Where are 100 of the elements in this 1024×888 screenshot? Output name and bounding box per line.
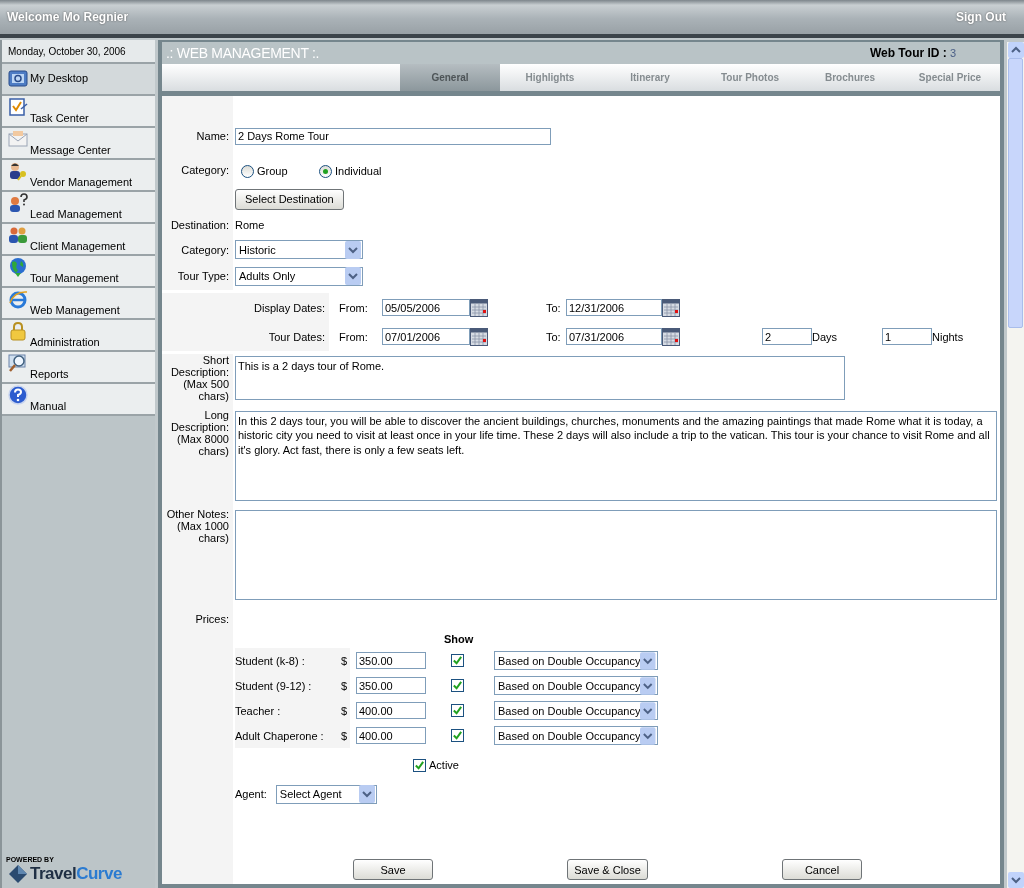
globe-icon	[8, 257, 28, 277]
field-label: Category:	[162, 237, 233, 262]
other-notes-field[interactable]	[235, 510, 997, 600]
caret-icon	[640, 726, 656, 745]
currency-symbol: $	[340, 704, 347, 717]
sidebar-item[interactable]: Client Management	[2, 224, 155, 256]
browser-icon	[8, 289, 28, 309]
caret-icon	[358, 785, 375, 803]
price-label: Student (9-12) :	[235, 679, 312, 692]
sidebar-item[interactable]: Lead Management	[2, 192, 155, 224]
from-label: From:	[338, 301, 369, 314]
person-question-icon	[8, 193, 28, 213]
active-label: Active	[429, 759, 459, 771]
sidebar-item[interactable]: Reports	[2, 352, 155, 384]
sidebar-item[interactable]: Vendor Management	[2, 160, 155, 192]
category-select[interactable]: Historic	[235, 240, 363, 259]
occupancy-select[interactable]: Based on Double Occupancy	[494, 676, 658, 695]
field-label: Display Dates:	[162, 293, 329, 322]
occupancy-select[interactable]: Based on Double Occupancy	[494, 726, 658, 745]
long-description-field[interactable]: In this 2 days tour, you will be able to discover the ancient buildings, churches, monuments and the amazing paintings that made Rome what it is today, a historic city you need to visit at least once in your life time. These 2 days will also include a trip to the vatican. This tour is your chance to visit Rome and all it's glory. Act fast, there is only a few seats left.	[235, 411, 997, 501]
from-label: From:	[338, 330, 369, 343]
date-field[interactable]: 07/31/2006	[566, 328, 662, 345]
scroll-thumb[interactable]	[1008, 58, 1023, 328]
field-label: Short Description: (Max 500 chars)	[162, 354, 233, 409]
name-field[interactable]: 2 Days Rome Tour	[235, 127, 551, 145]
brand-name: TravelCurve	[30, 864, 122, 884]
show-column-header: Show	[444, 633, 474, 645]
short-description-field[interactable]: This is a 2 days tour of Rome.	[235, 356, 845, 400]
checkbox[interactable]	[450, 654, 464, 667]
currency-symbol: $	[340, 654, 347, 667]
field-label: Other Notes: (Max 1000 chars)	[162, 508, 233, 608]
field-label: Tour Dates:	[162, 322, 329, 351]
checkbox[interactable]	[450, 679, 464, 692]
people-icon	[8, 225, 28, 245]
tour-id-value: 3	[949, 47, 956, 59]
person-key-icon	[8, 161, 28, 181]
sidebar-item[interactable]: Manual	[2, 384, 155, 416]
date-field[interactable]: 07/01/2006	[382, 328, 470, 345]
caret-icon	[345, 267, 361, 285]
sidebar-item[interactable]: Message Center	[2, 128, 155, 160]
label-cell	[162, 96, 233, 118]
calendar-icon[interactable]	[470, 327, 488, 346]
date-field[interactable]: 05/05/2006	[382, 299, 470, 316]
calendar-icon[interactable]	[662, 327, 680, 346]
price-field[interactable]: 400.00	[356, 702, 426, 719]
destination-value: Rome	[235, 219, 265, 231]
checkbox[interactable]	[450, 704, 464, 717]
date-text: Monday, October 30, 2006	[2, 40, 155, 64]
checklist-icon	[8, 97, 28, 117]
calendar-icon[interactable]	[662, 298, 680, 317]
to-label: To:	[546, 330, 562, 343]
tour-type-select[interactable]: Adults Only	[235, 266, 363, 286]
radio-button[interactable]	[319, 164, 332, 178]
sidebar-item[interactable]: Tour Management	[2, 256, 155, 288]
vertical-scrollbar[interactable]	[1007, 42, 1024, 888]
days-label: Days	[812, 330, 839, 343]
price-label: Adult Chaperone :	[235, 729, 324, 742]
sidebar-item[interactable]: Task Center	[2, 96, 155, 128]
select-destination-button[interactable]: Select Destination	[235, 188, 344, 210]
scroll-down-icon[interactable]	[1007, 872, 1024, 888]
caret-icon	[640, 651, 656, 670]
lock-icon	[8, 321, 28, 341]
radio-button[interactable]	[241, 164, 254, 178]
date-field[interactable]: 12/31/2006	[566, 299, 662, 316]
caret-icon	[640, 701, 656, 720]
field-label: Agent:	[235, 788, 267, 800]
field-label: Tour Type:	[162, 262, 233, 290]
field-label: Category:	[162, 154, 233, 185]
sidebar-item[interactable]: Web Management	[2, 288, 155, 320]
agent-select[interactable]: Select Agent	[275, 784, 377, 804]
nights-label: Nights	[932, 330, 964, 343]
radio-label: Individual	[335, 165, 382, 177]
label-cell	[162, 818, 233, 884]
price-field[interactable]: 350.00	[356, 652, 426, 669]
caret-icon	[640, 676, 656, 695]
form-button[interactable]: Save & Close	[567, 859, 648, 880]
form-button[interactable]: Save	[353, 859, 433, 880]
calendar-icon[interactable]	[470, 298, 488, 317]
magnifier-icon	[8, 353, 28, 373]
price-field[interactable]: 400.00	[356, 727, 426, 744]
checkbox[interactable]	[413, 758, 426, 772]
price-label: Teacher :	[235, 704, 281, 717]
to-label: To:	[546, 301, 562, 314]
price-label: Student (k-8) :	[235, 654, 305, 667]
diamond-icon	[8, 864, 28, 884]
sidebar-item[interactable]: My Desktop	[2, 64, 155, 96]
price-field[interactable]: 350.00	[356, 677, 426, 694]
sidebar-item[interactable]: Administration	[2, 320, 155, 352]
desktop-icon	[8, 68, 28, 89]
scroll-up-icon[interactable]	[1007, 42, 1024, 58]
occupancy-select[interactable]: Based on Double Occupancy	[494, 701, 658, 720]
field-label: Destination:	[162, 213, 233, 237]
checkbox[interactable]	[450, 729, 464, 742]
envelope-icon	[8, 129, 28, 149]
field-label: Long Description: (Max 8000 chars)	[162, 409, 233, 508]
nights-field[interactable]: 1	[882, 328, 932, 345]
welcome-text: Welcome Mo Regnier	[7, 10, 129, 24]
form-button[interactable]: Cancel	[782, 859, 862, 880]
days-field[interactable]: 2	[762, 328, 812, 345]
occupancy-select[interactable]: Based on Double Occupancy	[494, 651, 658, 670]
